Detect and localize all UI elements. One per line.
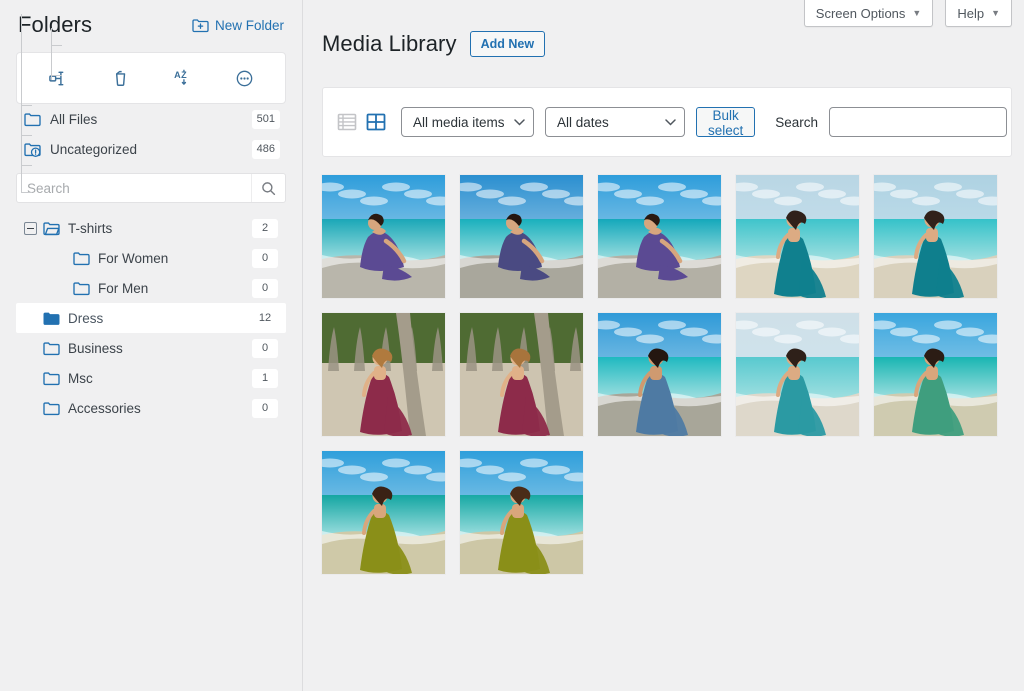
root-folder-all-files[interactable]: All Files 501 xyxy=(16,104,286,134)
help-button[interactable]: Help ▼ xyxy=(945,0,1012,27)
folder-outline-icon xyxy=(43,401,60,415)
media-grid-item[interactable] xyxy=(460,451,583,575)
screen-options-button[interactable]: Screen Options ▼ xyxy=(803,0,934,27)
folder-tree-item-for-men[interactable]: For Men 0 xyxy=(16,273,286,303)
folder-filled-icon xyxy=(43,312,60,325)
media-type-select[interactable]: All media items xyxy=(401,107,534,138)
more-options-icon[interactable] xyxy=(227,61,261,95)
media-grid-item[interactable] xyxy=(598,313,721,437)
root-folder-count: 501 xyxy=(251,109,280,129)
root-folder-count: 486 xyxy=(251,139,280,159)
folder-outline-icon xyxy=(73,251,90,265)
tree-guide-line xyxy=(51,75,62,76)
folder-tree-label: For Men xyxy=(98,280,149,296)
new-folder-icon xyxy=(192,18,209,33)
folder-tree-item-msc[interactable]: Msc 1 xyxy=(16,363,286,393)
folder-tree-count: 0 xyxy=(252,248,278,268)
folder-tree: T-shirts 2 For Women 0 For Men 0 Dress 12 Busine… xyxy=(0,14,302,423)
root-folder-list: All Files 501 Uncategorized 486 xyxy=(0,104,302,164)
new-folder-label: New Folder xyxy=(214,17,284,33)
tree-guide-line xyxy=(51,28,52,80)
root-folder-label: Uncategorized xyxy=(50,141,138,157)
tree-guide-line xyxy=(21,165,32,166)
folder-tree-label: Accessories xyxy=(68,400,141,416)
folder-outline-icon xyxy=(43,371,60,385)
date-select[interactable]: All dates xyxy=(545,107,685,138)
media-search-label: Search xyxy=(775,114,819,130)
folder-tree-count: 0 xyxy=(252,398,278,418)
folder-tree-item-for-women[interactable]: For Women 0 xyxy=(16,243,286,273)
root-folder-label: All Files xyxy=(50,111,98,127)
media-grid-item[interactable] xyxy=(736,175,859,299)
media-type-filter[interactable]: All media items xyxy=(401,107,534,138)
list-view-icon[interactable] xyxy=(337,112,357,132)
date-filter[interactable]: All dates xyxy=(545,107,685,138)
chevron-down-icon: ▼ xyxy=(912,7,922,18)
tree-guide-line xyxy=(21,105,32,106)
folder-tree-item-t-shirts[interactable]: T-shirts 2 xyxy=(16,213,286,243)
root-folder-uncategorized[interactable]: Uncategorized 486 xyxy=(16,134,286,164)
folder-tree-item-accessories[interactable]: Accessories 0 xyxy=(16,393,286,423)
folder-tree-item-business[interactable]: Business 0 xyxy=(16,333,286,363)
folder-outline-icon xyxy=(73,281,90,295)
folder-tree-label: Dress xyxy=(68,310,104,326)
media-grid-item[interactable] xyxy=(460,175,583,299)
page-title: Media Library xyxy=(322,30,457,56)
folder-tree-label: T-shirts xyxy=(68,220,113,236)
folder-tree-item-dress[interactable]: Dress 12 xyxy=(16,303,286,333)
folder-tree-count: 1 xyxy=(252,368,278,388)
tree-guide-line xyxy=(21,192,32,193)
media-grid xyxy=(322,175,1012,575)
collapse-toggle-icon[interactable] xyxy=(24,221,37,235)
add-new-button[interactable]: Add New xyxy=(469,30,546,57)
folder-tree-label: Business xyxy=(68,340,123,356)
media-grid-item[interactable] xyxy=(460,313,583,437)
tree-guide-line xyxy=(21,135,32,136)
media-grid-item[interactable] xyxy=(874,313,997,437)
svg-text:A: A xyxy=(174,69,181,79)
folder-search[interactable] xyxy=(16,173,286,203)
media-grid-item[interactable] xyxy=(322,175,445,299)
sort-az-icon[interactable]: A Z xyxy=(165,61,199,95)
new-folder-button[interactable]: New Folder xyxy=(192,18,284,33)
folders-title: Folders xyxy=(18,12,93,37)
folder-tree-count: 0 xyxy=(252,278,278,298)
folders-toolbar: A Z xyxy=(16,52,286,104)
search-icon[interactable] xyxy=(251,174,285,202)
media-main-panel: Screen Options ▼ Help ▼ Media Library Ad… xyxy=(304,0,1024,691)
grid-view-icon[interactable] xyxy=(366,112,386,132)
folder-tree-count: 2 xyxy=(252,218,278,238)
folders-header: Folders New Folder xyxy=(0,0,302,46)
folder-tree-label: Msc xyxy=(68,370,93,386)
media-grid-item[interactable] xyxy=(322,451,445,575)
media-grid-item[interactable] xyxy=(874,175,997,299)
folder-search-input[interactable] xyxy=(17,174,251,202)
folder-open-icon xyxy=(43,221,60,235)
folder-tree-label: For Women xyxy=(98,250,169,266)
folder-outline-icon xyxy=(24,112,41,126)
media-search-input[interactable] xyxy=(829,107,1008,138)
screen-options-label: Screen Options xyxy=(815,5,906,21)
screen-meta-buttons: Screen Options ▼ Help ▼ xyxy=(803,0,1012,27)
chevron-down-icon: ▼ xyxy=(991,7,1000,18)
organize-folders-icon[interactable] xyxy=(41,61,75,95)
tree-guide-line xyxy=(51,45,62,46)
bulk-select-button[interactable]: Bulk select xyxy=(696,107,756,138)
media-library-screen: Folders New Folder A Z All Files 501 Unc… xyxy=(0,0,1024,691)
folder-tree-count: 12 xyxy=(258,311,272,324)
folders-sidebar: Folders New Folder A Z All Files 501 Unc… xyxy=(0,0,303,691)
help-label: Help xyxy=(957,5,985,21)
media-grid-item[interactable] xyxy=(736,313,859,437)
trash-icon[interactable] xyxy=(103,61,137,95)
folder-tree-count: 0 xyxy=(252,338,278,358)
media-grid-item[interactable] xyxy=(598,175,721,299)
media-filter-bar: All media items All dates Bulk select Se… xyxy=(322,87,1012,158)
folder-outline-icon xyxy=(43,341,60,355)
folder-uncategorized-icon xyxy=(24,142,41,157)
media-grid-item[interactable] xyxy=(322,313,445,437)
view-mode-toggle xyxy=(337,112,386,132)
